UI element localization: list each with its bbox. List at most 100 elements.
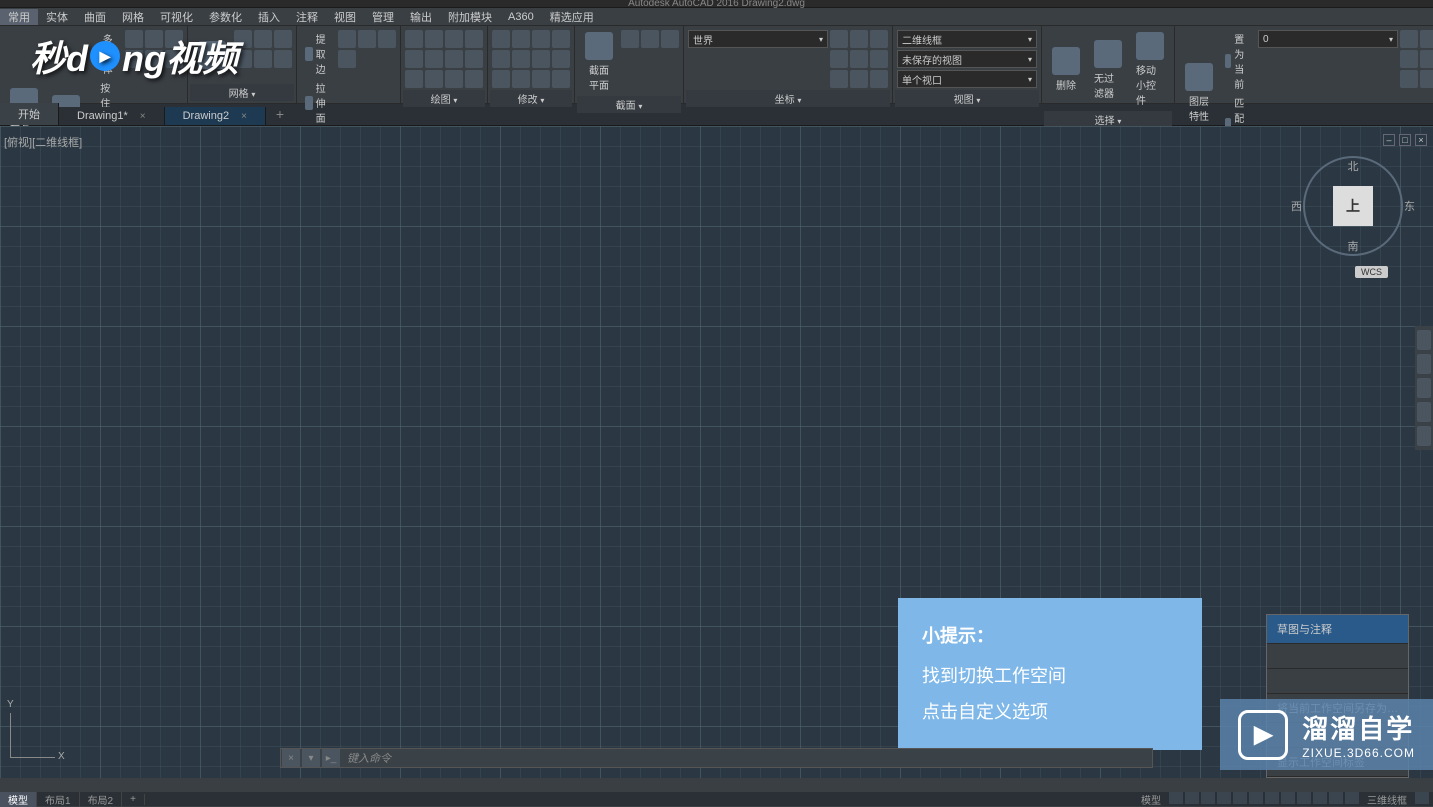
polar-toggle-icon[interactable] bbox=[1217, 792, 1231, 804]
workspace-menu-item[interactable] bbox=[1267, 644, 1408, 669]
ribbon-dropdown-世界[interactable]: 世界▾ bbox=[688, 30, 828, 48]
orbit-icon[interactable] bbox=[1417, 402, 1431, 422]
menu-管理[interactable]: 管理 bbox=[364, 9, 402, 25]
steering-wheel-icon[interactable] bbox=[1417, 330, 1431, 350]
ribbon-btn-截面 平面[interactable]: 截面平面 bbox=[579, 30, 619, 94]
doc-tab-Drawing1*[interactable]: Drawing1*× bbox=[59, 107, 165, 125]
ribbon-dropdown-单个视口[interactable]: 单个视口▾ bbox=[897, 70, 1037, 88]
ribbon-tool-icon[interactable] bbox=[850, 50, 868, 68]
layout-tab-布局2[interactable]: 布局2 bbox=[80, 792, 123, 807]
ribbon-tool-icon[interactable] bbox=[254, 30, 272, 48]
ribbon-panel-label[interactable]: 绘图 ▾ bbox=[403, 90, 485, 107]
ribbon-tool-icon[interactable] bbox=[830, 70, 848, 88]
view-label[interactable]: [俯视][二维线框] bbox=[4, 134, 82, 150]
ribbon-tool-icon[interactable] bbox=[1400, 50, 1418, 68]
ribbon-tool-icon[interactable] bbox=[641, 30, 659, 48]
ribbon-tool-icon[interactable] bbox=[532, 30, 550, 48]
ribbon-tool-icon[interactable] bbox=[405, 70, 423, 88]
ribbon-tool-icon[interactable] bbox=[465, 70, 483, 88]
ribbon-tool-icon[interactable] bbox=[254, 50, 272, 68]
ribbon-tool-icon[interactable] bbox=[512, 30, 530, 48]
ribbon-tool-icon[interactable] bbox=[1420, 30, 1433, 48]
menu-常用[interactable]: 常用 bbox=[0, 9, 38, 25]
close-tab-icon[interactable]: × bbox=[241, 111, 247, 122]
otrack-toggle-icon[interactable] bbox=[1249, 792, 1263, 804]
ribbon-btn-置为当前[interactable]: 置为当前 bbox=[1221, 30, 1256, 92]
menu-曲面[interactable]: 曲面 bbox=[76, 9, 114, 25]
ribbon-tool-icon[interactable] bbox=[532, 50, 550, 68]
workspace-menu-item[interactable] bbox=[1267, 669, 1408, 694]
close-tab-icon[interactable]: × bbox=[140, 111, 146, 122]
ribbon-tool-icon[interactable] bbox=[512, 70, 530, 88]
maximize-viewport-icon[interactable]: □ bbox=[1399, 134, 1411, 146]
menu-附加模块[interactable]: 附加模块 bbox=[440, 9, 500, 25]
ribbon-panel-label[interactable]: 修改 ▾ bbox=[490, 90, 572, 107]
annotation-scale-icon[interactable] bbox=[1329, 792, 1343, 804]
ribbon-tool-icon[interactable] bbox=[425, 50, 443, 68]
ribbon-tool-icon[interactable] bbox=[378, 30, 396, 48]
menu-可视化[interactable]: 可视化 bbox=[152, 9, 201, 25]
ribbon-tool-icon[interactable] bbox=[850, 30, 868, 48]
ribbon-tool-icon[interactable] bbox=[425, 70, 443, 88]
command-history-icon[interactable]: ▾ bbox=[302, 749, 320, 767]
ribbon-tool-icon[interactable] bbox=[532, 70, 550, 88]
dynamic-ucs-icon[interactable] bbox=[1313, 792, 1327, 804]
ribbon-tool-icon[interactable] bbox=[465, 50, 483, 68]
close-command-icon[interactable]: × bbox=[282, 749, 300, 767]
viewcube-west-label[interactable]: 西 bbox=[1291, 198, 1302, 214]
ribbon-tool-icon[interactable] bbox=[445, 50, 463, 68]
grid-toggle-icon[interactable] bbox=[1169, 792, 1183, 804]
ribbon-btn-无过滤器[interactable]: 无过滤器 bbox=[1088, 30, 1128, 109]
ribbon-tool-icon[interactable] bbox=[552, 70, 570, 88]
viewcube[interactable]: 上 北 南 东 西 bbox=[1303, 156, 1403, 256]
cycling-toggle-icon[interactable] bbox=[1297, 792, 1311, 804]
add-layout-button[interactable]: + bbox=[122, 794, 145, 805]
viewcube-top-face[interactable]: 上 bbox=[1333, 186, 1373, 226]
pan-icon[interactable] bbox=[1417, 354, 1431, 374]
tab-add-button[interactable]: + bbox=[266, 103, 294, 125]
menu-输出[interactable]: 输出 bbox=[402, 9, 440, 25]
menu-A360[interactable]: A360 bbox=[500, 11, 542, 23]
viewcube-east-label[interactable]: 东 bbox=[1404, 198, 1415, 214]
ribbon-panel-label[interactable]: 截面 ▾ bbox=[577, 96, 681, 113]
ribbon-tool-icon[interactable] bbox=[1400, 30, 1418, 48]
minimize-viewport-icon[interactable]: – bbox=[1383, 134, 1395, 146]
viewcube-south-label[interactable]: 南 bbox=[1348, 238, 1359, 254]
visual-style-label[interactable]: 三维线框 bbox=[1361, 792, 1413, 807]
ortho-toggle-icon[interactable] bbox=[1201, 792, 1215, 804]
zoom-icon[interactable] bbox=[1417, 378, 1431, 398]
menu-实体[interactable]: 实体 bbox=[38, 9, 76, 25]
ribbon-tool-icon[interactable] bbox=[405, 30, 423, 48]
ribbon-panel-label[interactable]: 网格 ▾ bbox=[190, 84, 294, 101]
ribbon-tool-icon[interactable] bbox=[830, 50, 848, 68]
drawing-canvas[interactable]: [俯视][二维线框] – □ × 上 北 南 东 西 WCS Y X 小提示： … bbox=[0, 126, 1433, 778]
ribbon-tool-icon[interactable] bbox=[1420, 50, 1433, 68]
ribbon-btn-提取边[interactable]: 提取边 bbox=[301, 30, 336, 77]
ribbon-btn-拉伸面[interactable]: 拉伸面 bbox=[301, 79, 336, 126]
ribbon-tool-icon[interactable] bbox=[850, 70, 868, 88]
lineweight-toggle-icon[interactable] bbox=[1265, 792, 1279, 804]
ribbon-tool-icon[interactable] bbox=[661, 30, 679, 48]
doc-tab-Drawing2[interactable]: Drawing2× bbox=[165, 107, 266, 125]
ribbon-tool-icon[interactable] bbox=[274, 50, 292, 68]
ribbon-tool-icon[interactable] bbox=[870, 70, 888, 88]
ribbon-tool-icon[interactable] bbox=[445, 30, 463, 48]
ribbon-tool-icon[interactable] bbox=[1400, 70, 1418, 88]
ribbon-tool-icon[interactable] bbox=[445, 70, 463, 88]
menu-精选应用[interactable]: 精选应用 bbox=[542, 9, 602, 25]
ribbon-tool-icon[interactable] bbox=[338, 30, 356, 48]
menu-插入[interactable]: 插入 bbox=[250, 9, 288, 25]
osnap-toggle-icon[interactable] bbox=[1233, 792, 1247, 804]
ribbon-tool-icon[interactable] bbox=[870, 50, 888, 68]
ribbon-tool-icon[interactable] bbox=[425, 30, 443, 48]
ribbon-tool-icon[interactable] bbox=[465, 30, 483, 48]
layout-tab-布局1[interactable]: 布局1 bbox=[37, 792, 80, 807]
ribbon-tool-icon[interactable] bbox=[870, 30, 888, 48]
ribbon-tool-icon[interactable] bbox=[358, 30, 376, 48]
menu-参数化[interactable]: 参数化 bbox=[201, 9, 250, 25]
ribbon-tool-icon[interactable] bbox=[1420, 70, 1433, 88]
ribbon-btn-删除[interactable]: 删除 bbox=[1046, 30, 1086, 109]
close-viewport-icon[interactable]: × bbox=[1415, 134, 1427, 146]
workspace-menu-item[interactable]: 草图与注释 bbox=[1267, 615, 1408, 644]
command-prompt-icon[interactable]: ▸_ bbox=[322, 749, 340, 767]
